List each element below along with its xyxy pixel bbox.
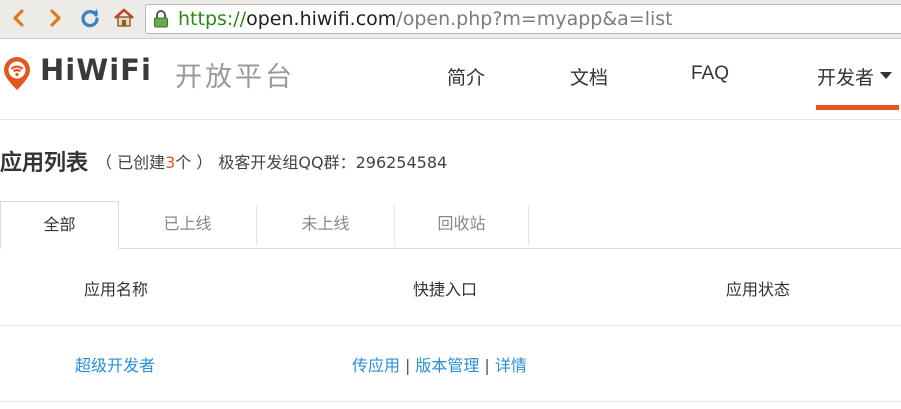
link-separator: | <box>484 356 490 375</box>
app-name-link[interactable]: 超级开发者 <box>75 352 155 376</box>
reload-icon <box>81 9 99 28</box>
url-scheme: https:// <box>178 8 247 30</box>
nav-faq[interactable]: FAQ <box>691 63 729 85</box>
upload-app-link[interactable]: 传应用 <box>352 356 400 375</box>
app-count-text: （ 已创建3个 ） <box>96 153 212 172</box>
status-tabs: 全部 已上线 未上线 回收站 <box>0 201 901 249</box>
nav-developer-label: 开发者 <box>817 68 875 89</box>
shortcut-links: 传应用 | 版本管理 | 详情 <box>352 352 527 376</box>
qq-group-text: 极客开发组QQ群：296254584 <box>218 153 448 172</box>
nav-intro[interactable]: 简介 <box>447 63 485 90</box>
padlock-icon <box>154 10 168 28</box>
tab-offline[interactable]: 未上线 <box>257 201 394 249</box>
meta-open: （ 已创建 <box>96 153 166 172</box>
home-icon <box>114 8 134 27</box>
browser-toolbar: https://open.hiwifi.com/open.php?m=myapp… <box>0 0 901 39</box>
url-path: /open.php?m=myapp&a=list <box>396 8 673 30</box>
url-text: https://open.hiwifi.com/open.php?m=myapp… <box>178 5 673 33</box>
version-management-link[interactable]: 版本管理 <box>415 356 479 375</box>
nav-docs[interactable]: 文档 <box>570 63 608 90</box>
back-button[interactable] <box>8 7 30 29</box>
meta-unit: 个 ） <box>175 153 213 172</box>
page-title: 应用列表 <box>0 151 89 176</box>
home-button[interactable] <box>113 7 135 29</box>
page-title-row: 应用列表 （ 已创建3个 ） 极客开发组QQ群：296254584 <box>0 145 447 177</box>
app-count: 3 <box>165 153 176 172</box>
active-nav-indicator <box>816 105 899 110</box>
nav-developer[interactable]: 开发者 <box>817 63 893 90</box>
forward-arrow-icon <box>50 9 61 27</box>
caret-down-icon <box>880 72 893 80</box>
tab-all[interactable]: 全部 <box>0 201 119 249</box>
tab-divider <box>528 205 529 245</box>
column-header-shortcuts: 快捷入口 <box>413 280 478 299</box>
column-header-app-status: 应用状态 <box>726 280 791 299</box>
forward-button[interactable] <box>44 7 66 29</box>
tab-recycle-bin[interactable]: 回收站 <box>395 201 528 249</box>
address-bar[interactable]: https://open.hiwifi.com/open.php?m=myapp… <box>145 4 901 34</box>
logo-text[interactable]: HiWiFi <box>40 53 152 87</box>
tab-online[interactable]: 已上线 <box>119 201 256 249</box>
row-divider <box>0 401 901 402</box>
back-arrow-icon <box>13 9 24 27</box>
reload-button[interactable] <box>79 7 101 29</box>
logo-subtitle: 开放平台 <box>175 62 295 93</box>
details-link[interactable]: 详情 <box>495 356 527 375</box>
column-header-app-name: 应用名称 <box>84 280 149 299</box>
row-divider <box>0 325 901 326</box>
url-host: open.hiwifi.com <box>246 8 397 30</box>
wifi-pin-logo-icon[interactable] <box>2 57 32 91</box>
link-separator: | <box>405 356 411 375</box>
site-header: HiWiFi 开放平台 简介 文档 FAQ 开发者 <box>0 39 901 120</box>
